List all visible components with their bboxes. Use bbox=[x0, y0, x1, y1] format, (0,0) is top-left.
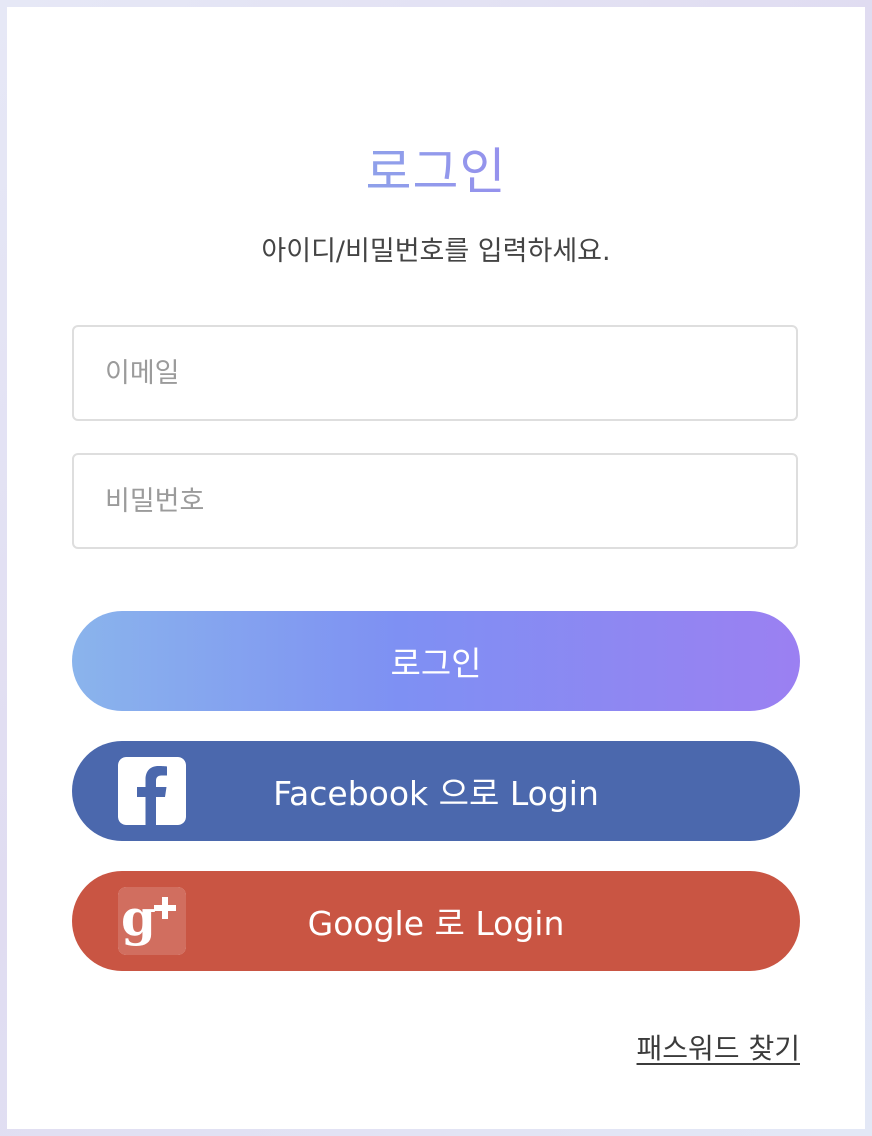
login-card: 로그인 아이디/비밀번호를 입력하세요. 로그인 Facebook 으로 Log… bbox=[7, 7, 865, 1129]
google-login-button[interactable]: g Google 로 Login bbox=[72, 871, 800, 971]
login-button[interactable]: 로그인 bbox=[72, 611, 800, 711]
svg-text:g: g bbox=[121, 888, 156, 947]
page-title: 로그인 bbox=[7, 139, 865, 205]
google-plus-icon: g bbox=[118, 887, 186, 955]
google-button-label: Google 로 Login bbox=[307, 904, 565, 943]
facebook-icon bbox=[118, 757, 186, 825]
forgot-password-link[interactable]: 패스워드 찾기 bbox=[637, 1029, 800, 1069]
login-button-label: 로그인 bbox=[390, 644, 482, 683]
facebook-login-button[interactable]: Facebook 으로 Login bbox=[72, 741, 800, 841]
email-input[interactable] bbox=[72, 325, 798, 421]
password-input[interactable] bbox=[72, 453, 798, 549]
facebook-button-label: Facebook 으로 Login bbox=[273, 774, 599, 813]
page-subtitle: 아이디/비밀번호를 입력하세요. bbox=[261, 236, 611, 267]
